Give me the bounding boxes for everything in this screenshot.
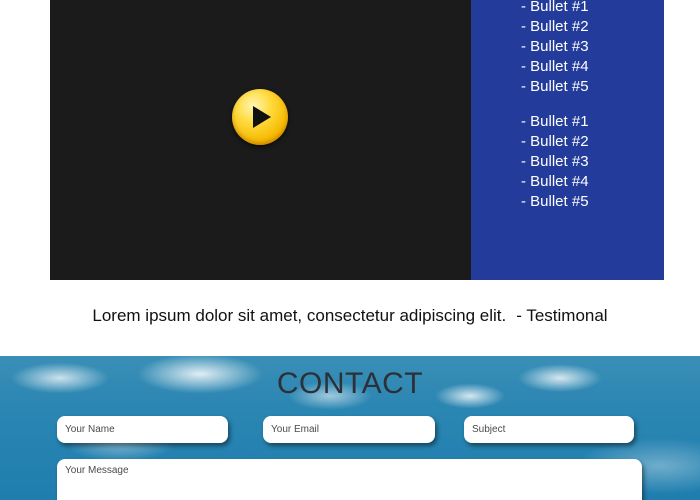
bullet-list: - Bullet #1 - Bullet #2 - Bullet #3 - Bu… bbox=[521, 0, 589, 97]
bullet-item: - Bullet #5 bbox=[521, 78, 589, 95]
testimonial: Lorem ipsum dolor sit amet, consectetur … bbox=[0, 306, 700, 326]
bullet-item: - Bullet #1 bbox=[521, 0, 589, 15]
testimonial-quote: Lorem ipsum dolor sit amet, consectetur … bbox=[92, 306, 507, 325]
bullet-item: - Bullet #4 bbox=[521, 58, 589, 75]
message-field[interactable] bbox=[57, 459, 642, 500]
subject-field[interactable] bbox=[464, 416, 634, 443]
bullet-item: - Bullet #4 bbox=[521, 173, 589, 190]
contact-section: CONTACT bbox=[0, 356, 700, 500]
testimonial-author: - Testimonal bbox=[516, 306, 608, 325]
video-player[interactable] bbox=[50, 0, 471, 280]
bullet-item: - Bullet #2 bbox=[521, 18, 589, 35]
landing-page: - Bullet #1 - Bullet #2 - Bullet #3 - Bu… bbox=[0, 0, 700, 500]
play-icon bbox=[253, 106, 271, 128]
bullet-item: - Bullet #5 bbox=[521, 193, 589, 210]
contact-title: CONTACT bbox=[276, 367, 424, 400]
name-field[interactable] bbox=[57, 416, 228, 443]
email-field[interactable] bbox=[263, 416, 435, 443]
bullet-item: - Bullet #3 bbox=[521, 153, 589, 170]
bullet-item: - Bullet #3 bbox=[521, 38, 589, 55]
play-button[interactable] bbox=[232, 89, 288, 145]
bullet-list: - Bullet #1 - Bullet #2 - Bullet #3 - Bu… bbox=[521, 112, 589, 212]
bullet-item: - Bullet #2 bbox=[521, 133, 589, 150]
bullets-panel: - Bullet #1 - Bullet #2 - Bullet #3 - Bu… bbox=[471, 0, 664, 280]
bullet-item: - Bullet #1 bbox=[521, 113, 589, 130]
